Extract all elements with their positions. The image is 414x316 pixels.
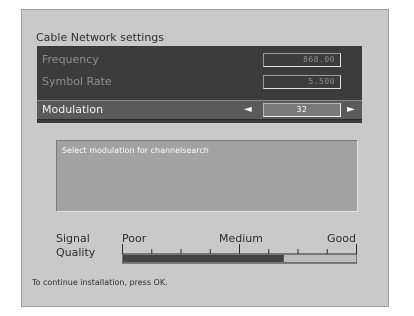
symbol-rate-row[interactable]: Symbol Rate 5.500 [37,72,362,92]
footer-instruction: To continue installation, press OK. [32,278,168,287]
modulation-label: Modulation [42,103,104,116]
help-box: Select modulation for channelsearch [56,140,358,212]
page-title: Cable Network settings [36,31,165,44]
symbol-rate-label: Symbol Rate [42,75,112,88]
modulation-row[interactable]: Modulation ◄ 32 ► [37,100,362,120]
signal-label-line1: Signal [56,232,90,245]
symbol-rate-field[interactable]: 5.500 [263,75,341,89]
frequency-row[interactable]: Frequency 868.00 [37,50,362,70]
help-text: Select modulation for channelsearch [62,146,209,155]
modulation-field[interactable]: 32 [263,103,341,117]
signal-quality-meter [122,244,357,264]
frequency-field[interactable]: 868.00 [263,53,341,67]
meter-ticks [122,244,357,254]
meter-fill [123,255,284,262]
signal-quality-label: Signal Quality [56,232,95,260]
frequency-label: Frequency [42,53,99,66]
signal-meter-graphic [122,244,357,264]
signal-label-line2: Quality [56,246,96,259]
arrow-left-icon[interactable]: ◄ [244,104,252,116]
arrow-right-icon[interactable]: ► [347,104,355,116]
settings-menu: Frequency 868.00 Symbol Rate 5.500 Modul… [37,46,362,123]
